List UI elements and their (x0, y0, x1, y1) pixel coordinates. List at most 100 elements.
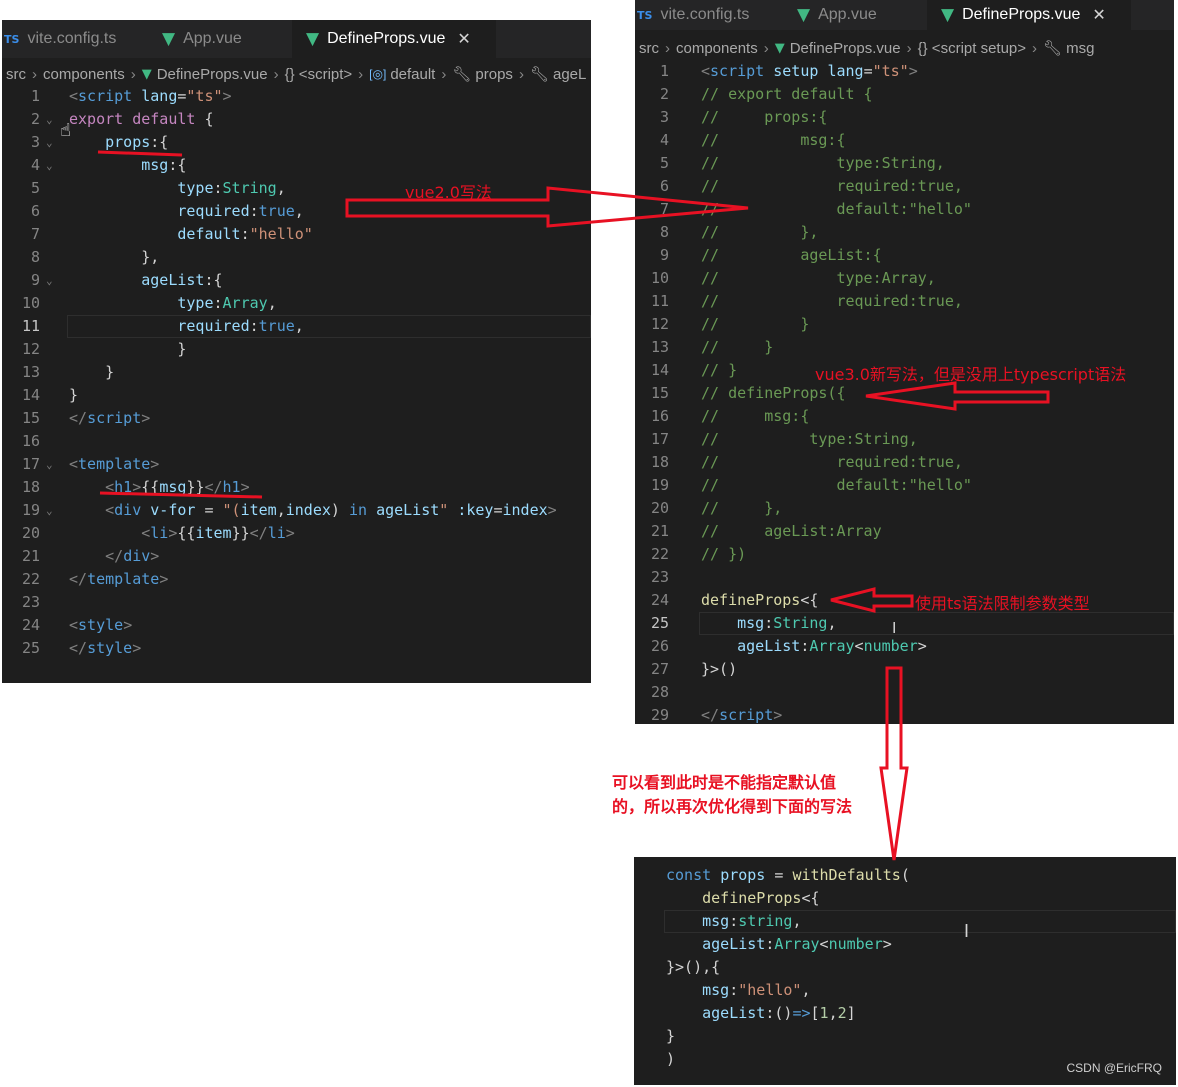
code-line[interactable]: // }, (701, 497, 782, 520)
code-line[interactable]: } (666, 1025, 675, 1048)
code-line[interactable]: ageList:()=>[1,2] (666, 1002, 856, 1025)
breadcrumb-item[interactable]: components (676, 40, 758, 57)
breadcrumb-item[interactable]: {} <script> (285, 66, 353, 83)
fold-chevron-icon[interactable]: ⌄ (46, 131, 53, 154)
code-line[interactable]: // props:{ (701, 106, 827, 129)
code-line[interactable]: // required:true, (701, 451, 963, 474)
code-line[interactable]: // export default { (701, 83, 873, 106)
breadcrumb-item[interactable]: src (6, 66, 26, 83)
code-line[interactable]: default:"hello" (69, 223, 312, 246)
code-line[interactable]: // ageList:{ (701, 244, 882, 267)
current-line-highlight (67, 315, 591, 338)
code-area[interactable]: 1 <script setup lang="ts"> 2 // export defa… (635, 60, 1174, 724)
code-line[interactable]: }>() (701, 658, 737, 681)
vue-icon: ▼ (141, 66, 152, 82)
code-line[interactable]: ) (666, 1048, 675, 1071)
object-icon: [◎] (369, 67, 387, 81)
breadcrumb-item[interactable]: default (390, 66, 435, 83)
code-line[interactable]: }>(),{ (666, 956, 720, 979)
code-line[interactable]: defineProps<{ (701, 589, 818, 612)
close-icon[interactable]: ✕ (1092, 5, 1105, 25)
code-line[interactable]: </script> (69, 407, 150, 430)
tab-vite-config[interactable]: TS vite.config.ts (635, 0, 777, 30)
code-line[interactable]: // type:Array, (701, 267, 936, 290)
code-line[interactable]: // } (701, 313, 809, 336)
code-line[interactable]: // msg:{ (701, 405, 809, 428)
tab-label: App.vue (818, 6, 877, 23)
line-number: 3 (30, 133, 40, 151)
code-line[interactable]: <script setup lang="ts"> (701, 60, 918, 83)
code-line[interactable]: props:{ (69, 131, 168, 154)
code-line[interactable]: // } (701, 336, 773, 359)
tab-bar: TS vite.config.ts ▼ App.vue ▼ DefineProp… (635, 0, 1174, 30)
fold-chevron-icon[interactable]: ⌄ (46, 154, 53, 177)
code-line[interactable]: ageList:Array<number> (701, 635, 927, 658)
code-line[interactable]: // type:String, (701, 428, 918, 451)
code-line[interactable]: // default:"hello" (701, 198, 972, 221)
code-line[interactable]: ageList:Array<number> (666, 933, 892, 956)
tab-defineprops-vue[interactable]: ▼ DefineProps.vue ✕ (292, 20, 496, 58)
line-number: 12 (650, 315, 669, 333)
fold-chevron-icon[interactable]: ⌄ (46, 499, 53, 522)
tab-app-vue[interactable]: ▼ App.vue (797, 0, 922, 30)
breadcrumb-item[interactable]: msg (1066, 40, 1094, 57)
breadcrumb-item[interactable]: DefineProps.vue (157, 66, 268, 83)
breadcrumb-item[interactable]: ageL (553, 66, 586, 83)
code-line[interactable]: // defineProps({ (701, 382, 846, 405)
code-line[interactable]: msg:{ (69, 154, 186, 177)
code-line[interactable]: // required:true, (701, 290, 963, 313)
code-line[interactable]: <h1>{{msg}}</h1> (69, 476, 250, 499)
code-line[interactable]: } (69, 361, 114, 384)
close-icon[interactable]: ✕ (457, 29, 470, 49)
code-line[interactable]: </style> (69, 637, 141, 660)
line-number: 29 (650, 706, 669, 724)
code-line[interactable]: // }, (701, 221, 818, 244)
code-line[interactable]: // default:"hello" (701, 474, 972, 497)
breadcrumb-item[interactable]: src (639, 40, 659, 57)
code-line[interactable]: export default { (69, 108, 214, 131)
code-line[interactable]: const props = withDefaults( (666, 864, 910, 887)
code-line[interactable]: // required:true, (701, 175, 963, 198)
breadcrumb-item[interactable]: DefineProps.vue (790, 40, 901, 57)
tab-defineprops-vue[interactable]: ▼ DefineProps.vue ✕ (927, 0, 1131, 30)
code-line[interactable]: <li>{{item}}</li> (69, 522, 295, 545)
code-line[interactable]: defineProps<{ (666, 887, 819, 910)
code-line[interactable]: type:Array, (69, 292, 276, 315)
line-number: 22 (21, 570, 40, 588)
code-line[interactable]: // }) (701, 543, 746, 566)
code-line[interactable]: type:String, (69, 177, 285, 200)
breadcrumb-item[interactable]: props (475, 66, 513, 83)
code-line[interactable]: <div v-for = "(item,index) in ageList" :… (69, 499, 557, 522)
code-line[interactable]: // ageList:Array (701, 520, 882, 543)
breadcrumb-item[interactable]: components (43, 66, 125, 83)
code-line[interactable]: required:true, (69, 200, 303, 223)
code-line[interactable]: </template> (69, 568, 168, 591)
code-area[interactable]: const props = withDefaults( defineProps<… (634, 864, 1176, 1084)
code-line[interactable]: </div> (69, 545, 159, 568)
breadcrumb-item[interactable]: {} <script setup> (918, 40, 1026, 57)
code-line[interactable]: </script> (701, 704, 782, 724)
fold-chevron-icon[interactable]: ⌄ (46, 453, 53, 476)
code-line[interactable]: <style> (69, 614, 132, 637)
code-line[interactable]: msg:"hello", (666, 979, 810, 1002)
tab-app-vue[interactable]: ▼ App.vue (162, 20, 287, 58)
tab-label: vite.config.ts (27, 30, 117, 47)
line-number: 6 (659, 177, 669, 195)
code-line[interactable]: }, (69, 246, 159, 269)
code-line[interactable]: ageList:{ (69, 269, 222, 292)
code-line[interactable]: } (69, 338, 186, 361)
code-line[interactable]: // } (701, 359, 737, 382)
fold-chevron-icon[interactable]: ⌄ (46, 108, 53, 131)
fold-chevron-icon[interactable]: ⌄ (46, 269, 53, 292)
line-number: 2 (659, 85, 669, 103)
code-line[interactable]: } (69, 384, 78, 407)
code-line[interactable]: <template> (69, 453, 159, 476)
code-line[interactable]: <script lang="ts"> (69, 85, 232, 108)
line-number: 18 (21, 478, 40, 496)
vue-icon: ▼ (162, 29, 176, 49)
code-line[interactable]: // msg:{ (701, 129, 846, 152)
tab-vite-config[interactable]: TS vite.config.ts (2, 20, 149, 58)
code-line[interactable]: // type:String, (701, 152, 945, 175)
current-line-highlight (699, 612, 1174, 635)
code-area[interactable]: 1 <script lang="ts"> 2 ⌄ export default {3 ⌄ … (2, 85, 591, 683)
